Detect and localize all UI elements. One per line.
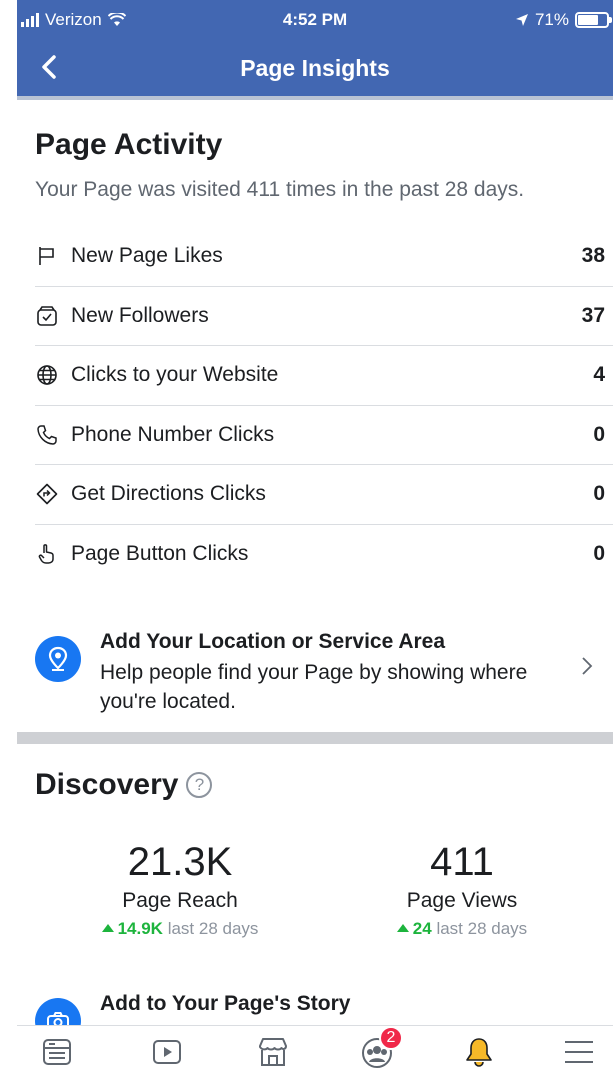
stat-delta: 24 last 28 days — [317, 919, 607, 939]
metric-label: Get Directions Clicks — [71, 482, 266, 506]
stat-label: Page Views — [406, 889, 518, 912]
battery-percent: 71% — [534, 10, 569, 29]
discovery-title: Discovery — [35, 768, 179, 801]
metric-label: Clicks to your Website — [71, 363, 279, 387]
news-feed-icon — [43, 1039, 71, 1065]
location-arrow-icon — [515, 14, 528, 26]
tap-finger-icon — [38, 544, 54, 564]
page-title: Page Insights — [240, 55, 390, 81]
trend-up-icon — [101, 924, 114, 932]
promo-title: Add Your Location or Service Area — [100, 630, 446, 653]
status-right: 71% — [515, 10, 612, 30]
tab-news-feed[interactable] — [35, 1036, 79, 1072]
stat-value: 411 — [430, 840, 494, 884]
tab-menu[interactable] — [557, 1036, 601, 1072]
marketplace-icon — [259, 1038, 287, 1066]
metric-row-phone-clicks[interactable]: Phone Number Clicks 0 — [35, 406, 613, 465]
metric-value: 4 — [593, 363, 605, 387]
metric-label: Page Button Clicks — [71, 542, 249, 566]
stat-delta: 14.9K last 28 days — [35, 919, 325, 939]
delta-value: 14.9K — [117, 919, 163, 938]
insights-content[interactable]: Page Activity Your Page was visited 411 … — [17, 100, 613, 1025]
flag-icon — [39, 247, 54, 266]
chevron-right-icon[interactable] — [577, 654, 597, 678]
metric-value: 38 — [581, 244, 605, 268]
metric-row-button-clicks[interactable]: Page Button Clicks 0 — [35, 525, 613, 585]
tab-watch[interactable] — [145, 1036, 189, 1072]
delta-period: last 28 days — [167, 919, 259, 938]
tab-marketplace[interactable] — [251, 1036, 295, 1072]
notification-badge: 2 — [379, 1026, 403, 1050]
top-bar: Verizon 4:52 PM 71% Page Insights — [17, 0, 613, 100]
battery-icon — [575, 12, 612, 28]
notifications-icon — [466, 1038, 492, 1067]
metric-label: New Followers — [71, 303, 209, 327]
metric-value: 0 — [593, 422, 605, 446]
directions-icon — [36, 483, 58, 505]
nav-bar: Page Insights — [17, 40, 613, 96]
watch-icon — [153, 1040, 181, 1064]
activity-subtitle: Your Page was visited 411 times in the p… — [35, 178, 525, 201]
add-story-prompt[interactable]: Add to Your Page's Story — [17, 980, 613, 1025]
delta-value: 24 — [412, 919, 432, 938]
metric-row-new-page-likes[interactable]: New Page Likes 38 — [35, 227, 613, 287]
metric-row-new-followers[interactable]: New Followers 37 — [35, 287, 613, 346]
help-icon[interactable]: ? — [186, 772, 213, 798]
metrics-list: New Page Likes 38 New Followers 37 Click… — [35, 227, 613, 584]
metric-row-website-clicks[interactable]: Clicks to your Website 4 — [35, 346, 613, 406]
promo-description: Help people find your Page by showing wh… — [100, 661, 528, 713]
menu-icon — [565, 1041, 593, 1063]
stat-page-reach[interactable]: 21.3K Page Reach 14.9K last 28 days — [35, 840, 325, 939]
trend-up-icon — [396, 924, 409, 932]
section-divider — [17, 732, 613, 744]
metric-label: Phone Number Clicks — [71, 422, 275, 446]
camera-icon — [35, 998, 81, 1025]
tab-bar: 2 — [17, 1025, 613, 1072]
metric-value: 0 — [593, 482, 605, 506]
metric-value: 0 — [593, 542, 605, 566]
add-location-prompt[interactable]: Add Your Location or Service Area Help p… — [17, 620, 613, 720]
location-pin-icon — [35, 636, 81, 682]
story-title: Add to Your Page's Story — [100, 992, 351, 1015]
tab-notifications[interactable] — [457, 1036, 501, 1072]
globe-icon — [37, 365, 57, 386]
metric-row-directions-clicks[interactable]: Get Directions Clicks 0 — [35, 465, 613, 525]
follow-inbox-icon — [37, 305, 57, 326]
section-title-discovery: Discovery ? — [35, 768, 213, 802]
stat-value: 21.3K — [127, 840, 233, 884]
metric-value: 37 — [581, 303, 605, 327]
tab-groups[interactable]: 2 — [355, 1026, 403, 1072]
stat-page-views[interactable]: 411 Page Views 24 last 28 days — [317, 840, 607, 939]
section-title-activity: Page Activity — [35, 128, 223, 161]
stat-label: Page Reach — [122, 889, 238, 912]
delta-period: last 28 days — [436, 919, 528, 938]
phone-icon — [37, 425, 57, 445]
metric-label: New Page Likes — [71, 244, 223, 268]
status-bar: Verizon 4:52 PM 71% — [17, 0, 613, 40]
